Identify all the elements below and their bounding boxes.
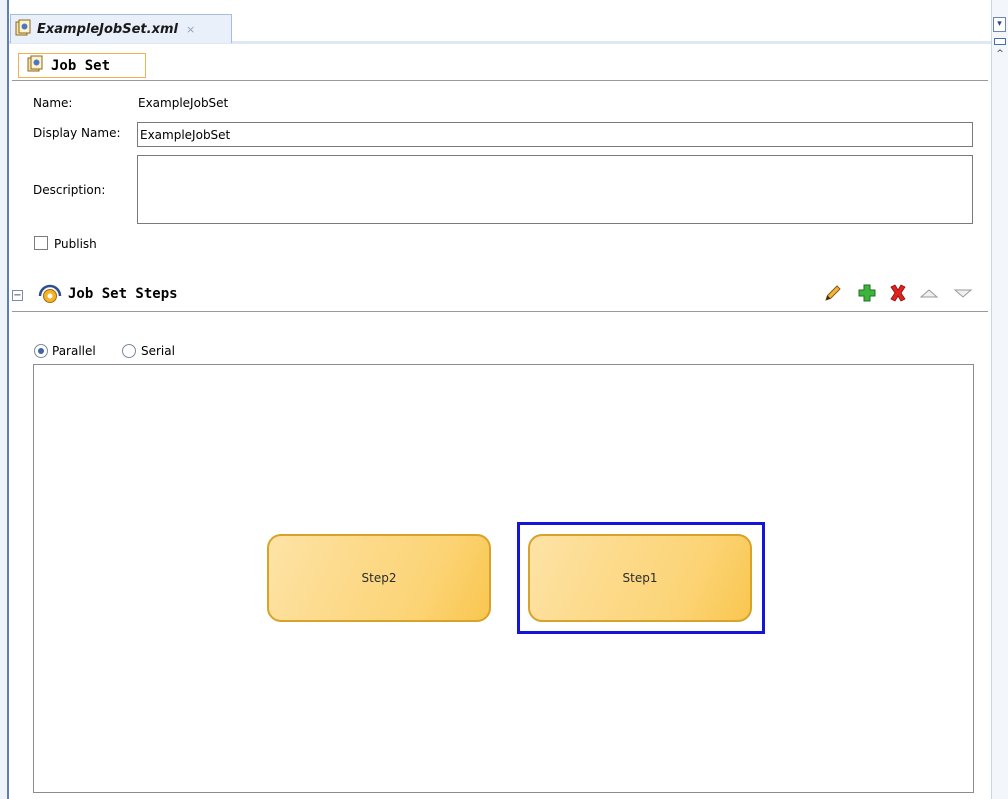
display-name-input[interactable] [137, 122, 973, 147]
close-tab-icon[interactable]: × [186, 23, 195, 36]
serial-radio[interactable] [122, 344, 136, 358]
edit-pencil-icon[interactable] [822, 283, 844, 303]
jobset-section-header: Job Set [18, 53, 146, 78]
editor-tab-examplejobset[interactable]: ExampleJobSet.xml × [10, 14, 232, 43]
jobset-icon [27, 55, 45, 76]
parallel-radio[interactable] [34, 344, 48, 358]
serial-label: Serial [141, 344, 175, 358]
step-node-step2[interactable]: Step2 [267, 534, 491, 622]
job-steps-icon [38, 283, 62, 305]
delete-step-icon[interactable] [887, 283, 909, 303]
display-name-label: Display Name: [33, 126, 121, 140]
publish-label: Publish [54, 237, 97, 251]
step-node-label: Step1 [622, 571, 658, 585]
jobset-file-icon [15, 19, 33, 40]
editor-tab-label: ExampleJobSet.xml [37, 21, 178, 37]
description-label: Description: [33, 183, 106, 197]
job-steps-canvas[interactable] [33, 364, 974, 793]
section-divider [12, 311, 988, 312]
step-node-step1[interactable]: Step1 [528, 534, 752, 622]
editor-menu-dropdown-icon[interactable]: ▾ [993, 17, 1006, 32]
step-node-label: Step2 [361, 571, 397, 585]
name-label: Name: [33, 96, 73, 110]
move-down-icon[interactable] [952, 283, 974, 303]
radio-selected-dot [38, 348, 44, 354]
scrollbar-thumb[interactable] [994, 38, 1006, 45]
name-value: ExampleJobSet [138, 96, 229, 110]
job-set-steps-title: Job Set Steps [68, 286, 178, 302]
scroll-up-arrow-icon[interactable]: ^ [994, 48, 1006, 60]
move-up-icon[interactable] [918, 283, 940, 303]
section-divider [12, 80, 988, 81]
collapse-steps-toggle[interactable]: − [12, 290, 23, 301]
description-textarea[interactable] [137, 155, 973, 224]
vertical-scrollbar[interactable] [991, 0, 1008, 799]
jobset-section-title: Job Set [51, 57, 111, 74]
add-step-icon[interactable] [856, 283, 878, 303]
editor-left-edge [0, 0, 9, 799]
publish-checkbox[interactable] [34, 236, 48, 250]
parallel-label: Parallel [52, 344, 96, 358]
